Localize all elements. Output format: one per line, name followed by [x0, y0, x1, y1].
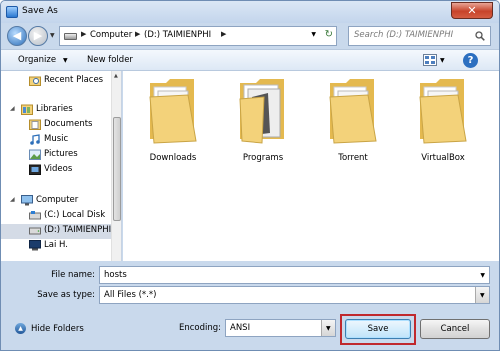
sidebar-item-label: Lai H. — [44, 240, 68, 250]
recent-places-icon — [29, 76, 41, 86]
sidebar-item-videos[interactable]: Videos — [1, 163, 111, 178]
file-name-field[interactable]: hosts ▼ — [99, 266, 490, 284]
save-button[interactable]: Save — [345, 319, 411, 339]
sidebar-item-label: (C:) Local Disk — [44, 210, 106, 220]
documents-icon — [29, 119, 41, 130]
change-view-icon[interactable] — [423, 54, 437, 66]
hide-folders-label: Hide Folders — [31, 324, 84, 334]
sidebar-item-label: Videos — [44, 164, 73, 174]
save-as-type-value: All Files (*.*) — [104, 290, 157, 300]
window-title: Save As — [22, 6, 58, 16]
folder-item[interactable]: Downloads — [133, 75, 213, 170]
address-dropdown-icon[interactable]: ▼ — [311, 31, 316, 38]
folder-item[interactable]: Torrent — [313, 75, 393, 170]
expand-arrow-icon[interactable]: ◢ — [10, 105, 15, 112]
sidebar-item-label: Pictures — [44, 149, 78, 159]
sidebar-item-label: (D:) TAIMIENPHI — [44, 225, 112, 235]
sidebar-item-documents[interactable]: Documents — [1, 118, 111, 133]
network-user-icon — [29, 240, 41, 251]
save-as-type-label: Save as type: — [37, 290, 95, 300]
folder-icon — [419, 79, 467, 144]
folder-item[interactable]: Programs — [223, 75, 303, 170]
folder-name: Programs — [242, 153, 284, 163]
breadcrumb-separator-icon[interactable]: ▶ — [135, 30, 140, 38]
folder-icon — [329, 79, 377, 144]
folder-icon — [149, 79, 197, 144]
folder-name: Torrent — [338, 153, 368, 163]
sidebar-item-recent-places[interactable]: Recent Places — [1, 74, 111, 89]
chevron-down-icon[interactable]: ▼ — [63, 57, 68, 64]
chevron-down-icon[interactable]: ▼ — [475, 287, 489, 303]
sidebar-item-label: Music — [44, 134, 69, 144]
expand-arrow-icon[interactable]: ◢ — [10, 196, 15, 203]
music-icon — [30, 134, 40, 145]
folder-name: VirtualBox — [421, 153, 465, 163]
chevron-down-icon[interactable]: ▼ — [480, 272, 485, 279]
save-as-dialog: Save As ✕ ◀ ▶ ▼ ▶ Computer ▶ (D:) TAIMIE… — [0, 0, 500, 351]
new-folder-button[interactable]: New folder — [87, 55, 133, 65]
file-name-value: hosts — [104, 270, 127, 280]
search-icon[interactable] — [475, 31, 485, 41]
drive-icon — [29, 227, 41, 235]
sidebar-item-network-user[interactable]: Lai H. — [1, 239, 111, 254]
help-button[interactable]: ? — [463, 53, 478, 68]
save-options-panel: File name: hosts ▼ Save as type: All Fil… — [1, 261, 499, 350]
file-list: Downloads Programs Torrent VirtualBox — [123, 71, 499, 261]
folder-icon — [239, 79, 284, 144]
sidebar-item-local-disk[interactable]: (C:) Local Disk — [1, 209, 111, 224]
forward-button[interactable]: ▶ — [28, 26, 48, 46]
command-toolbar: Organize ▼ New folder ▼ ? — [1, 49, 499, 71]
scroll-up-icon[interactable]: ▲ — [114, 73, 118, 79]
encoding-label: Encoding: — [178, 323, 221, 333]
chevron-down-icon[interactable]: ▼ — [321, 320, 335, 336]
notepad-icon — [6, 6, 18, 18]
breadcrumb-separator-icon[interactable]: ▶ — [221, 30, 226, 38]
address-bar[interactable]: ▶ Computer ▶ (D:) TAIMIENPHI ▶ ▼ ↻ — [59, 26, 337, 46]
folder-item[interactable]: VirtualBox — [403, 75, 483, 170]
back-button[interactable]: ◀ — [7, 26, 27, 46]
pictures-icon — [29, 149, 41, 160]
navigation-pane: Recent Places ◢ Libraries Documents Musi… — [1, 71, 122, 261]
file-name-label: File name: — [51, 270, 95, 280]
sidebar-item-label: Computer — [36, 195, 79, 205]
sidebar-item-drive[interactable]: (D:) TAIMIENPHI — [1, 224, 111, 239]
navigation-bar: ◀ ▶ ▼ ▶ Computer ▶ (D:) TAIMIENPHI ▶ ▼ ↻… — [1, 23, 499, 49]
sidebar-scrollbar[interactable]: ▲ — [111, 71, 121, 261]
refresh-icon[interactable]: ↻ — [325, 29, 333, 40]
sidebar-item-label: Documents — [44, 119, 93, 129]
scrollbar-thumb[interactable] — [113, 117, 121, 221]
sidebar-item-music[interactable]: Music — [1, 133, 111, 148]
title-bar: Save As ✕ — [1, 1, 499, 23]
cancel-button[interactable]: Cancel — [420, 319, 490, 339]
search-input[interactable]: Search (D:) TAIMIENPHI — [348, 26, 491, 46]
videos-icon — [29, 164, 41, 175]
recent-locations-dropdown[interactable]: ▼ — [50, 32, 55, 39]
sidebar-item-label: Recent Places — [44, 75, 104, 85]
drive-icon — [64, 33, 77, 40]
encoding-select[interactable]: ANSI ▼ — [225, 319, 336, 337]
chevron-up-icon: ▲ — [15, 323, 26, 334]
computer-icon — [21, 195, 33, 206]
breadcrumb-separator-icon[interactable]: ▶ — [81, 30, 86, 38]
chevron-down-icon[interactable]: ▼ — [440, 57, 445, 64]
save-as-type-select[interactable]: All Files (*.*) ▼ — [99, 286, 490, 304]
sidebar-item-computer[interactable]: ◢ Computer — [1, 194, 111, 209]
folder-name: Downloads — [149, 153, 197, 163]
sidebar-item-pictures[interactable]: Pictures — [1, 148, 111, 163]
libraries-icon — [21, 104, 33, 115]
sidebar-item-libraries[interactable]: ◢ Libraries — [1, 103, 111, 118]
organize-button[interactable]: Organize — [18, 55, 56, 65]
breadcrumb-drive[interactable]: (D:) TAIMIENPHI — [144, 30, 211, 40]
sidebar-item-label: Libraries — [36, 104, 73, 114]
close-button[interactable]: ✕ — [451, 2, 493, 19]
breadcrumb-computer[interactable]: Computer — [90, 30, 132, 40]
local-disk-icon — [29, 211, 41, 220]
search-placeholder: Search (D:) TAIMIENPHI — [354, 30, 454, 40]
encoding-value: ANSI — [230, 323, 251, 333]
